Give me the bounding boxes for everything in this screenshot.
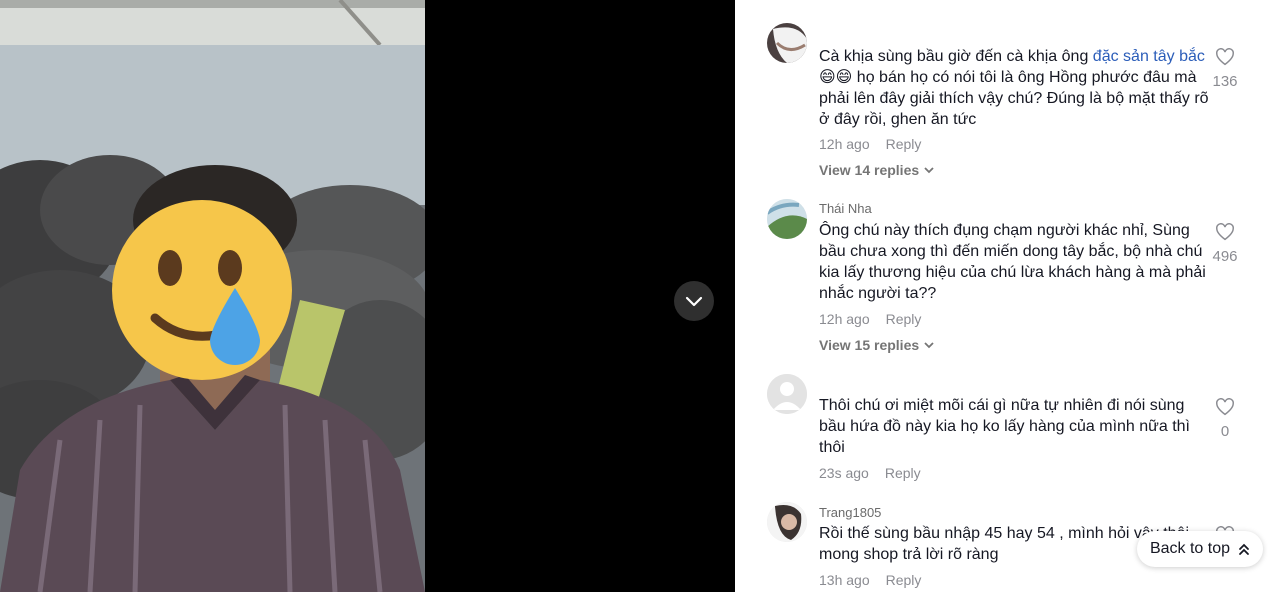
heart-outline-icon [1216,223,1234,241]
comment-text-part: Cà khịa sùng bầu giờ đến cà khịa ông [819,48,1093,65]
comment-timestamp: 13h ago [819,572,870,588]
reply-button[interactable]: Reply [886,136,922,152]
view-replies-button[interactable]: View 15 replies [819,337,935,353]
view-replies-label: View 15 replies [819,337,920,353]
reply-button[interactable]: Reply [886,572,922,588]
crying-face-emoji [112,200,292,380]
chevron-down-icon [924,167,934,174]
like-button[interactable]: 136 [1205,48,1245,90]
reply-button[interactable]: Reply [886,311,922,327]
comment-username[interactable]: Thái Nha [819,201,872,216]
next-video-button[interactable] [674,281,714,321]
mention-link[interactable]: đặc sản tây bắc [1093,48,1205,65]
chevron-down-icon [924,342,934,349]
comment-meta: 12h ago Reply [819,311,921,327]
avatar[interactable] [767,374,807,414]
avatar[interactable] [767,199,807,239]
heart-outline-icon [1216,398,1234,416]
comment-timestamp: 23s ago [819,465,869,481]
back-to-top-label: Back to top [1149,540,1231,557]
comment-timestamp: 12h ago [819,311,870,327]
heart-outline-icon [1216,48,1234,66]
like-count: 136 [1212,73,1238,90]
avatar[interactable] [767,502,807,542]
comment-meta: 12h ago Reply [819,136,921,152]
view-replies-button[interactable]: View 14 replies [819,162,935,178]
view-replies-label: View 14 replies [819,162,920,178]
like-count: 496 [1212,248,1238,265]
like-button[interactable]: 496 [1205,223,1245,265]
comment-meta: 23s ago Reply [819,465,921,481]
chevron-down-icon [685,296,703,307]
comment-meta: 13h ago Reply [819,572,921,588]
back-to-top-button[interactable]: Back to top [1137,531,1263,567]
video-scene-image [0,0,425,592]
comment-text: Ông chú này thích đụng chạm người khác n… [819,222,1206,302]
comment-username[interactable]: Trang1805 [819,505,881,520]
comment-text-part: 😄😄 họ bán họ có nói tôi là ông Hồng phướ… [819,69,1209,128]
reply-button[interactable]: Reply [885,465,921,481]
double-chevron-up-icon [1239,543,1249,555]
video-frame[interactable] [0,0,425,592]
comment-text: Cà khịa sùng bầu giờ đến cà khịa ông đặc… [819,46,1214,130]
like-count: 0 [1220,423,1230,440]
avatar[interactable] [767,23,807,63]
comments-panel[interactable]: Cà khịa sùng bầu giờ đến cà khịa ông đặc… [735,0,1268,592]
comment-timestamp: 12h ago [819,136,870,152]
comment-text: Thôi chú ơi miệt mõi cái gì nữa tự nhiên… [819,397,1190,456]
like-button[interactable]: 0 [1205,398,1245,440]
